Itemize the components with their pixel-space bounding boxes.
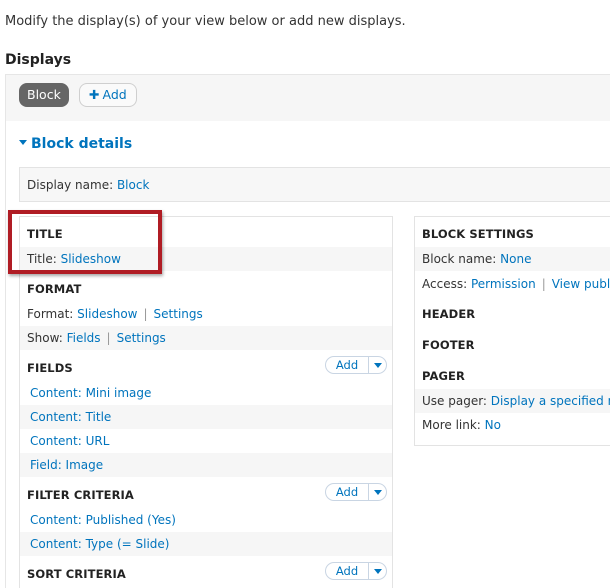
field-link[interactable]: Content: Mini image <box>30 386 151 400</box>
format-settings-link[interactable]: Settings <box>154 307 203 321</box>
access-label: Access: <box>422 277 468 291</box>
separator: | <box>143 307 148 321</box>
left-column: TITLE Title: Slideshow FORMAT Format: Sl… <box>19 216 393 588</box>
field-item: Field: Image <box>20 453 392 477</box>
right-column: BLOCK SETTINGS Block name: None Access: … <box>414 216 610 446</box>
format-section-heading: FORMAT <box>27 282 82 296</box>
chevron-down-icon[interactable] <box>374 490 382 495</box>
block-settings-heading: BLOCK SETTINGS <box>422 227 534 241</box>
block-details-toggle[interactable]: Block details <box>19 136 132 152</box>
sort-add-label: Add <box>335 564 359 578</box>
footer-section-heading: FOOTER <box>422 338 475 352</box>
divider <box>368 357 369 373</box>
display-name-label: Display name: <box>27 178 114 192</box>
fields-section-heading: FIELDS <box>27 361 73 375</box>
display-tabs: Block ✚ Add <box>5 74 610 122</box>
use-pager-label: Use pager: <box>422 394 487 408</box>
divider <box>368 484 369 500</box>
sort-section-heading: SORT CRITERIA <box>27 567 126 581</box>
field-link[interactable]: Content: Title <box>30 410 111 424</box>
filter-item: Content: Type (= Slide) <box>20 532 392 556</box>
fields-add-button[interactable]: Add <box>325 356 387 374</box>
display-name-link[interactable]: Block <box>117 178 149 192</box>
title-label: Title: <box>27 252 57 266</box>
access-view-link[interactable]: View publ <box>552 277 610 291</box>
add-display-label: Add <box>102 87 127 102</box>
displays-heading: Displays <box>5 52 72 68</box>
display-name-row: Display name: Block <box>19 167 610 202</box>
filter-item: Content: Published (Yes) <box>20 508 392 532</box>
pager-section-heading: PAGER <box>422 369 465 383</box>
block-details-heading: Block details <box>31 136 133 152</box>
show-value-link[interactable]: Fields <box>67 331 101 345</box>
chevron-down-icon[interactable] <box>374 569 382 574</box>
more-link-value-link[interactable]: No <box>485 418 501 432</box>
use-pager-row: Use pager: Display a specified nu <box>415 389 610 413</box>
more-link-row: More link: No <box>415 413 610 437</box>
chevron-down-icon[interactable] <box>374 363 382 368</box>
more-link-label: More link: <box>422 418 481 432</box>
field-link[interactable]: Field: Image <box>30 458 103 472</box>
format-row: Format: Slideshow | Settings <box>20 302 392 326</box>
field-link[interactable]: Content: URL <box>30 434 109 448</box>
block-name-link[interactable]: None <box>500 252 531 266</box>
block-name-label: Block name: <box>422 252 497 266</box>
header-section-heading: HEADER <box>422 307 476 321</box>
intro-text: Modify the display(s) of your view below… <box>5 14 406 29</box>
title-section-heading: TITLE <box>27 227 63 241</box>
filter-section-heading: FILTER CRITERIA <box>27 488 134 502</box>
separator: | <box>541 277 546 291</box>
format-label: Format: <box>27 307 74 321</box>
field-item: Content: URL <box>20 429 392 453</box>
triangle-down-icon <box>19 139 27 145</box>
format-value-link[interactable]: Slideshow <box>77 307 137 321</box>
title-value-link[interactable]: Slideshow <box>61 252 121 266</box>
block-details-panel: Block details Display name: Block TITLE … <box>5 121 610 588</box>
add-display-button[interactable]: ✚ Add <box>79 83 137 107</box>
show-label: Show: <box>27 331 63 345</box>
filter-add-button[interactable]: Add <box>325 483 387 501</box>
access-permission-link[interactable]: Permission <box>471 277 536 291</box>
field-item: Content: Title <box>20 405 392 429</box>
divider <box>368 563 369 579</box>
fields-add-label: Add <box>335 358 359 372</box>
filter-link[interactable]: Content: Type (= Slide) <box>30 537 169 551</box>
title-row: Title: Slideshow <box>20 247 392 271</box>
plus-icon: ✚ <box>89 87 100 102</box>
tab-block[interactable]: Block <box>19 83 69 107</box>
show-row: Show: Fields | Settings <box>20 326 392 350</box>
sort-add-button[interactable]: Add <box>325 562 387 580</box>
field-item: Content: Mini image <box>20 381 392 405</box>
use-pager-link[interactable]: Display a specified nu <box>491 394 610 408</box>
show-settings-link[interactable]: Settings <box>117 331 166 345</box>
filter-add-label: Add <box>335 485 359 499</box>
access-row: Access: Permission | View publ <box>415 272 610 296</box>
separator: | <box>106 331 111 345</box>
filter-link[interactable]: Content: Published (Yes) <box>30 513 176 527</box>
block-name-row: Block name: None <box>415 247 610 271</box>
